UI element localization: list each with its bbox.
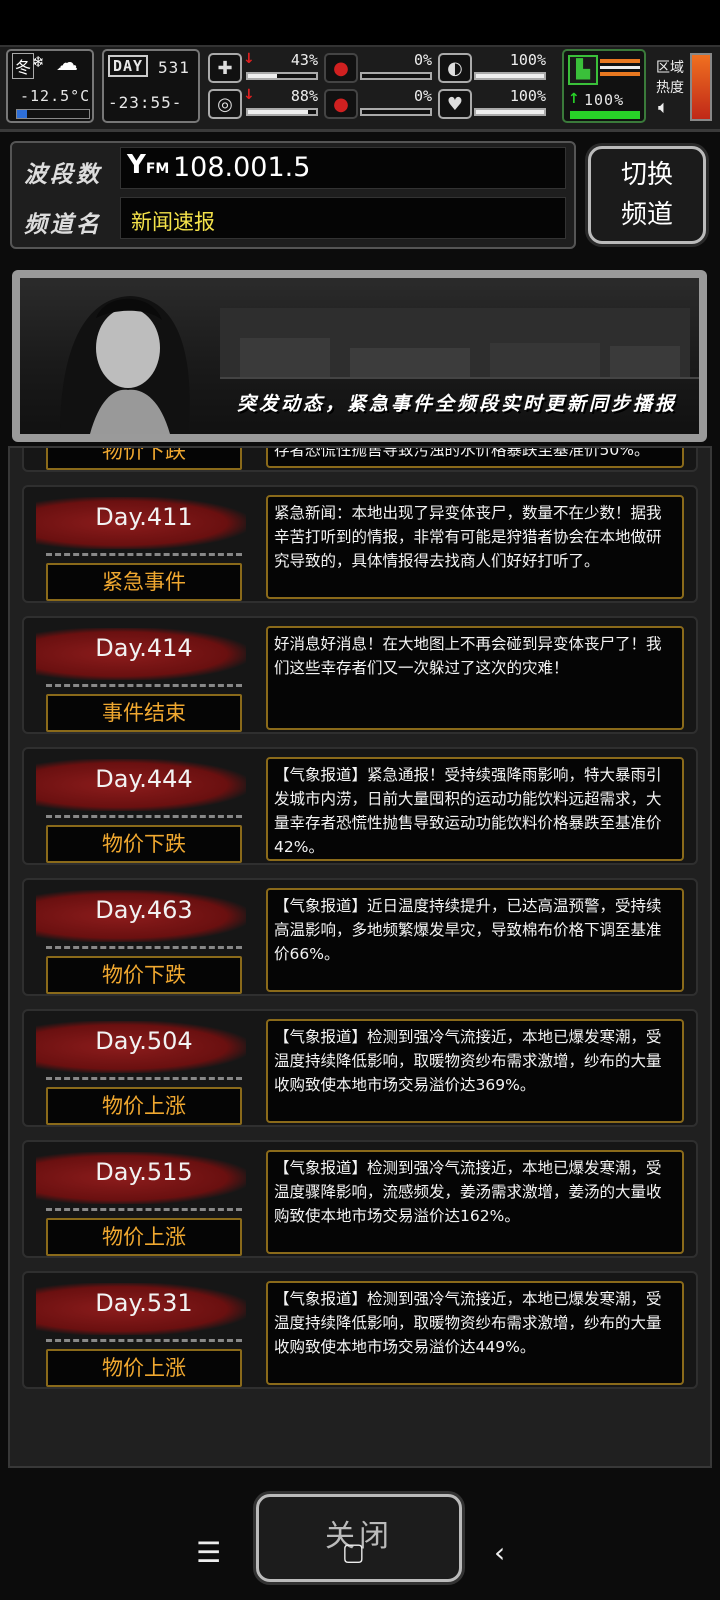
reporter-portrait (60, 296, 190, 434)
dashed-divider (46, 1208, 242, 1211)
news-card: Day.414 事件结束 好消息好消息！在大地图上不再会碰到异变体丧尸了！我们这些幸… (22, 616, 698, 734)
blood-drop-icon: ● (324, 89, 358, 119)
brain-icon: ◎ (208, 89, 242, 119)
news-card: Day.504 物价上涨 【气象报道】检测到强冷气流接近，本地已爆发寒潮，受温度持续… (22, 1009, 698, 1127)
switch-channel-label-2: 频道 (620, 200, 673, 230)
band-value: 108.001.5 (173, 152, 311, 183)
stamina-stripes (600, 59, 640, 79)
day-counter: 531 (158, 58, 190, 77)
sanity-bar (246, 108, 318, 116)
oxygen-mask-icon: ◐ (438, 53, 472, 83)
news-day-label: Day.515 (95, 1158, 193, 1186)
day-time-panel: DAY 531 -23:55- (102, 49, 200, 123)
news-message: 【气象报道】检测到强冷气流接近，本地已爆发寒潮，受温度持续降低影响，取暖物资纱布… (266, 1281, 684, 1385)
news-category-tag: 物价上涨 (46, 1087, 242, 1125)
dashed-divider (46, 684, 242, 687)
stamina-up-arrow: ↑ (568, 91, 580, 107)
day-badge: DAY (108, 55, 149, 77)
news-message: 【气象报道】检测到强冷气流接近，本地已爆发寒潮，受温度持续降低影响，取暖物资纱布… (266, 1019, 684, 1123)
hunger-value: 0% (413, 51, 432, 69)
region-label-2: 热度 (656, 80, 684, 96)
temperature-bar (16, 109, 90, 119)
medkit-icon: ✚ (208, 53, 242, 83)
dashed-divider (46, 815, 242, 818)
dashed-divider (46, 946, 242, 949)
news-banner: 突发动态，紧急事件全频段实时更新同步播报 (12, 270, 707, 442)
news-message: 好消息好消息！在大地图上不再会碰到异变体丧尸了！我们这些幸存者们又一次躲过了这次… (266, 626, 684, 730)
news-day-label: Day.414 (95, 634, 193, 662)
stomach-icon: ● (324, 53, 358, 83)
news-message: 【气象报道】近日温度持续提升，已达高温预警，受持续高温影响，多地频繁爆发旱灾，导… (266, 888, 684, 992)
news-card: Day.411 紧急事件 紧急新闻：本地出现了异变体丧尸，数量不在少数！据我辛苦打听… (22, 485, 698, 603)
news-card: Day.463 物价下跌 【气象报道】近日温度持续提升，已达高温预警，受持续高温影响… (22, 878, 698, 996)
banner-caption: 突发动态，紧急事件全频段实时更新同步播报 (236, 393, 677, 415)
channel-value: 新闻速报 (131, 210, 215, 234)
antenna-fm-icon: YFM (127, 150, 170, 180)
news-category-tag: 物价下跌 (46, 448, 242, 470)
news-card: Day.444 物价下跌 【气象报道】紧急通报！受持续强降雨影响，特大暴雨引发城市内… (22, 747, 698, 865)
channel-display: 新闻速报 (120, 197, 566, 239)
stamina-value: 100% (584, 91, 625, 109)
mood-value: 100% (509, 87, 546, 105)
survival-hud: 冬 ❄ ☁ -12.5°C DAY 531 -23:55- ✚ ↓ 43% ● … (0, 45, 720, 132)
band-label: 波段数 (24, 162, 102, 188)
stamina-panel: ▙ ↑ 100% (562, 49, 646, 123)
news-day-label: Day.531 (95, 1289, 193, 1317)
news-card: Day.531 物价上涨 【气象报道】检测到强冷气流接近，本地已爆发寒潮，受温度持续… (22, 1271, 698, 1389)
radio-tuner-panel: 波段数 YFM 108.001.5 频道名 新闻速报 (10, 141, 576, 249)
home-nav-icon[interactable]: ▢ (342, 1538, 365, 1566)
mood-bar (474, 108, 546, 116)
stamina-bar (570, 111, 640, 119)
mask-value: 100% (509, 51, 546, 69)
system-status-bar (0, 0, 720, 45)
news-card: 物价下跌 发城市内涝，日前大量囤积的污浊的水远超需求，大量幸存者恐慌性抛售导致污浊… (22, 448, 698, 472)
hunger-bar (360, 72, 432, 80)
speaker-icon[interactable]: 🔈︎ (658, 97, 669, 118)
sanity-value: 88% (290, 87, 318, 105)
news-message: 发城市内涝，日前大量囤积的污浊的水远超需求，大量幸存者恐慌性抛售导致污浊的水价格… (266, 448, 684, 468)
game-clock: -23:55- (108, 93, 183, 112)
news-card: Day.515 物价上涨 【气象报道】检测到强冷气流接近，本地已爆发寒潮，受温度骤降… (22, 1140, 698, 1258)
channel-label: 频道名 (24, 212, 102, 238)
news-category-tag: 物价下跌 (46, 956, 242, 994)
weather-panel: 冬 ❄ ☁ -12.5°C (6, 49, 94, 123)
switch-channel-label-1: 切换 (620, 160, 673, 190)
band-display: YFM 108.001.5 (120, 147, 566, 189)
news-day-label: Day.463 (95, 896, 193, 924)
news-category-tag: 物价上涨 (46, 1349, 242, 1387)
menu-nav-icon[interactable]: ☰ (196, 1536, 221, 1569)
season-label: 冬 (12, 53, 35, 79)
heat-meter (690, 53, 712, 121)
heart-icon: ♥ (438, 89, 472, 119)
news-day-label: Day.504 (95, 1027, 193, 1055)
news-list[interactable]: 物价下跌 发城市内涝，日前大量囤积的污浊的水远超需求，大量幸存者恐慌性抛售导致污浊… (8, 446, 712, 1468)
dashed-divider (46, 1339, 242, 1342)
news-day-label: Day.411 (95, 503, 193, 531)
news-day-label: Day.444 (95, 765, 193, 793)
health-bar (246, 72, 318, 80)
switch-channel-button[interactable]: 切换 频道 (588, 146, 706, 244)
thirst-value: 0% (413, 87, 432, 105)
boot-icon: ▙ (568, 55, 598, 85)
region-heat-panel[interactable]: 区域 热度 🔈︎ (652, 49, 716, 123)
news-message: 紧急新闻：本地出现了异变体丧尸，数量不在少数！据我辛苦打听到的情报，非常有可能是… (266, 495, 684, 599)
temperature-readout: -12.5°C (20, 87, 91, 105)
snowflake-icon: ❄ (32, 53, 45, 71)
mask-bar (474, 72, 546, 80)
news-category-tag: 物价上涨 (46, 1218, 242, 1256)
news-message: 【气象报道】紧急通报！受持续强降雨影响，特大暴雨引发城市内涝，日前大量囤积的运动… (266, 757, 684, 861)
thirst-bar (360, 108, 432, 116)
news-category-tag: 事件结束 (46, 694, 242, 732)
news-category-tag: 物价下跌 (46, 825, 242, 863)
dashed-divider (46, 553, 242, 556)
back-nav-icon[interactable]: ‹ (494, 1536, 505, 1569)
dashed-divider (46, 1077, 242, 1080)
cloud-icon: ☁ (56, 51, 78, 76)
health-value: 43% (290, 51, 318, 69)
news-message: 【气象报道】检测到强冷气流接近，本地已爆发寒潮，受温度骤降影响，流感频发，姜汤需… (266, 1150, 684, 1254)
region-label-1: 区域 (656, 60, 684, 76)
news-category-tag: 紧急事件 (46, 563, 242, 601)
